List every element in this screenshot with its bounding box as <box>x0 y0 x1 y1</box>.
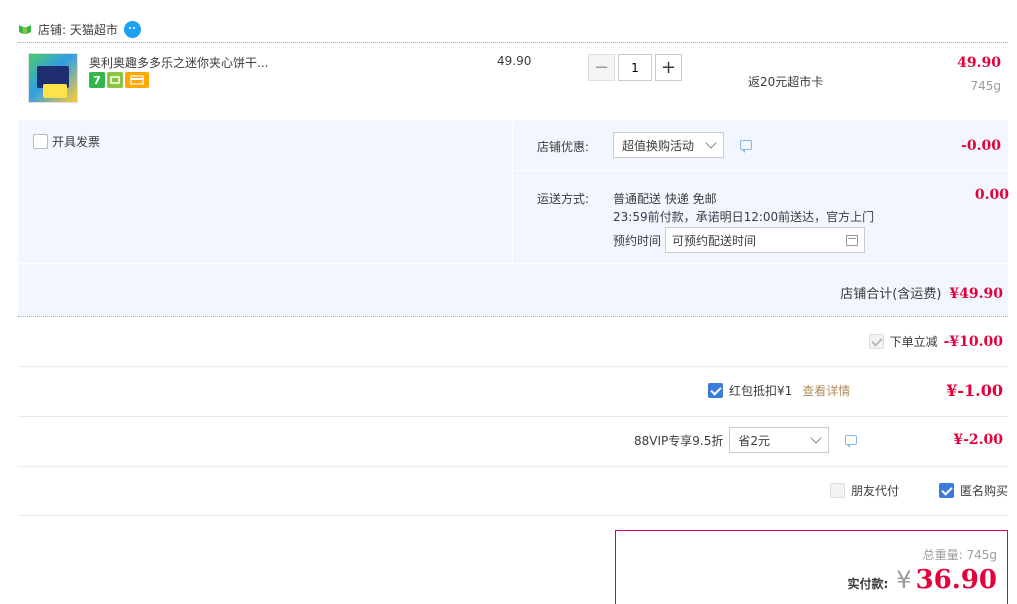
shipping-label: 运送方式: <box>537 192 590 206</box>
instant-discount-row: 下单立减 -¥10.00 <box>868 333 1003 350</box>
chevron-down-icon <box>810 432 823 444</box>
store-total: 店铺合计(含运费) ¥49.90 <box>840 283 1003 302</box>
calendar-icon <box>846 234 858 246</box>
divider <box>514 170 1008 171</box>
friend-pay-label: 朋友代付 <box>850 484 899 498</box>
store-total-label: 店铺合计(含运费) <box>840 287 942 302</box>
divider <box>18 316 1008 317</box>
product-thumbnail[interactable] <box>28 53 78 103</box>
wangwang-chat-icon[interactable] <box>123 20 141 38</box>
product-title[interactable]: 奥利奥趣多多乐之迷你夹心饼干... <box>89 54 268 71</box>
instant-discount-label: 下单立减 <box>889 335 938 349</box>
item-weight: 745g <box>970 79 1001 93</box>
payment-summary: 总重量: 745g 实付款: ¥ 36.90 <box>615 530 1008 604</box>
reserve-time-label: 预约时间 <box>613 234 662 248</box>
redpacket-label: 红包抵扣¥1 <box>728 384 793 398</box>
instant-discount-value: -¥10.00 <box>943 333 1003 350</box>
unit-price: 49.90 <box>497 54 532 68</box>
actual-payment-amount: 36.90 <box>915 565 997 595</box>
invoice-option[interactable]: 开具发票 <box>33 133 100 150</box>
anonymous-checkbox[interactable] <box>938 483 954 498</box>
actual-payment-label: 实付款: <box>847 577 889 591</box>
store-discount-value: 超值换购活动 <box>622 138 695 153</box>
tmall-store-icon <box>19 25 31 34</box>
divider <box>18 466 1008 467</box>
item-total: 49.90 <box>957 55 1001 71</box>
divider <box>18 416 1008 417</box>
quantity-stepper: − 1 + <box>588 54 682 81</box>
store-name[interactable]: 店铺: 天猫超市 <box>38 21 118 38</box>
divider <box>18 263 1008 264</box>
vip-value: ¥-2.00 <box>953 432 1003 448</box>
store-header: 店铺: 天猫超市 <box>18 18 141 40</box>
actual-payment: 实付款: ¥ 36.90 <box>847 565 997 595</box>
message-icon[interactable] <box>845 435 858 448</box>
chevron-down-icon <box>705 137 717 149</box>
invoice-label: 开具发票 <box>52 135 101 149</box>
decrease-quantity-button[interactable]: − <box>588 54 615 81</box>
reserve-time-placeholder: 可预约配送时间 <box>672 233 757 248</box>
store-discount-label: 店铺优惠: <box>537 140 590 154</box>
shipping-amount: 0.00 <box>974 187 1009 203</box>
seven-day-return-icon: 7 <box>89 72 105 88</box>
divider <box>18 366 1008 367</box>
store-discount-amount: -0.00 <box>961 138 1001 154</box>
increase-quantity-button[interactable]: + <box>655 54 682 81</box>
card-payment-icon <box>125 72 149 88</box>
friend-pay-checkbox[interactable] <box>829 483 845 498</box>
product-badges: 7 <box>89 72 149 88</box>
shipping-promise: 23:59前付款，承诺明日12:00前送达，官方上门 <box>613 210 875 224</box>
redpacket-checkbox[interactable] <box>707 383 723 398</box>
vip-select-value: 省2元 <box>738 433 770 448</box>
redpacket-row: 红包抵扣¥1 查看详情 ¥-1.00 <box>707 381 1003 400</box>
rebate-text: 返20元超市卡 <box>748 75 824 89</box>
vip-select[interactable]: 省2元 <box>729 427 830 453</box>
anonymous-label: 匿名购买 <box>959 484 1008 498</box>
quantity-input[interactable]: 1 <box>618 54 652 81</box>
total-weight: 总重量: 745g <box>922 548 997 562</box>
redpacket-value: ¥-1.00 <box>946 381 1003 400</box>
redpacket-details-link[interactable]: 查看详情 <box>802 382 850 399</box>
vip-label: 88VIP专享9.5折 <box>634 433 724 448</box>
instant-discount-checkbox <box>868 334 884 349</box>
store-discount-select[interactable]: 超值换购活动 <box>613 132 724 158</box>
pay-options-row: 朋友代付 匿名购买 <box>829 482 1008 499</box>
divider <box>18 42 1008 43</box>
currency-symbol: ¥ <box>896 566 912 594</box>
divider <box>512 122 513 264</box>
reserve-time-input[interactable]: 可预约配送时间 <box>665 227 865 253</box>
store-total-value: ¥49.90 <box>949 286 1003 302</box>
vip-discount-row: 88VIP专享9.5折 省2元 ¥-2.00 <box>634 427 1003 453</box>
divider <box>18 515 1008 516</box>
message-icon[interactable] <box>740 140 752 153</box>
invoice-checkbox[interactable] <box>33 134 48 149</box>
guarantee-icon <box>107 72 123 88</box>
shipping-method: 普通配送 快递 免邮 <box>613 192 717 206</box>
